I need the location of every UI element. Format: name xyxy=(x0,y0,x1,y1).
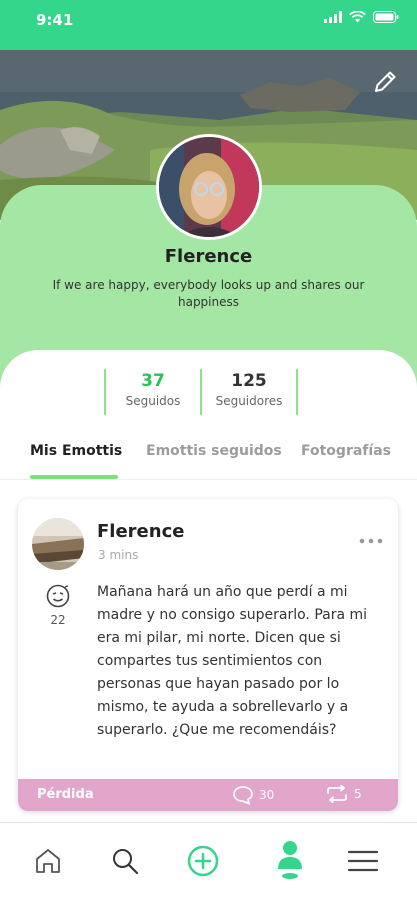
post-text: Mañana hará un año que perdí a mi madre … xyxy=(97,584,368,738)
profile-tabs: Mis Emottis Emottis seguidos Fotografías xyxy=(0,440,417,480)
home-icon xyxy=(36,849,60,873)
bottom-nav xyxy=(0,822,417,900)
edit-profile-button[interactable] xyxy=(369,66,401,98)
profile-bio: If we are happy, everybody looks up and … xyxy=(52,278,365,309)
more-dots-icon[interactable] xyxy=(358,537,384,545)
repost-button[interactable]: 5 xyxy=(325,785,362,803)
menu-icon xyxy=(347,850,379,872)
signal-icon xyxy=(324,11,342,23)
wifi-icon xyxy=(349,11,366,23)
emoji-count: 22 xyxy=(50,613,66,627)
follow-stats: 37 Seguidos 125 Seguidores xyxy=(104,369,298,415)
profile-icon xyxy=(278,841,302,879)
repost-icon xyxy=(327,785,347,803)
followers-label: Seguidores xyxy=(215,394,283,408)
profile-name: Flerence xyxy=(164,246,253,267)
nav-menu[interactable] xyxy=(345,843,381,879)
status-icons xyxy=(324,11,399,23)
battery-icon xyxy=(373,11,399,23)
search-icon xyxy=(113,849,139,875)
active-tab-indicator xyxy=(30,475,118,479)
nav-home[interactable] xyxy=(30,843,66,879)
profile-avatar[interactable] xyxy=(156,134,262,240)
tab-fotografias[interactable]: Fotografías xyxy=(301,443,391,459)
status-time: 9:41 xyxy=(36,11,74,29)
following-count: 37 xyxy=(141,371,165,391)
tab-emottis-seguidos[interactable]: Emottis seguidos xyxy=(146,443,282,459)
post-author-name[interactable]: Flerence xyxy=(97,521,184,542)
comment-icon xyxy=(233,786,253,805)
following-label: Seguidos xyxy=(125,394,181,408)
stat-following[interactable]: 37 Seguidos xyxy=(104,369,200,415)
post-card[interactable]: Flerence 3 mins 22 Mañana hará un año qu… xyxy=(18,499,398,811)
followers-count: 125 xyxy=(231,371,267,391)
post-footer: Pérdida 30 5 xyxy=(18,779,398,811)
repost-count: 5 xyxy=(354,787,362,801)
post-author-avatar[interactable] xyxy=(32,518,84,570)
post-category-tag[interactable]: Pérdida xyxy=(37,787,94,802)
emoji-face-icon[interactable] xyxy=(45,583,71,609)
comments-count: 30 xyxy=(259,788,275,802)
tab-mis-emottis[interactable]: Mis Emottis xyxy=(30,443,122,459)
stat-followers[interactable]: 125 Seguidores xyxy=(200,369,298,415)
status-bar: 9:41 xyxy=(0,0,417,50)
nav-search[interactable] xyxy=(107,843,143,879)
post-time: 3 mins xyxy=(98,548,139,562)
nav-profile[interactable] xyxy=(272,841,308,879)
add-circle-icon xyxy=(187,845,219,877)
pencil-icon xyxy=(375,71,396,92)
nav-create[interactable] xyxy=(185,843,221,879)
comments-button[interactable]: 30 xyxy=(232,785,274,805)
